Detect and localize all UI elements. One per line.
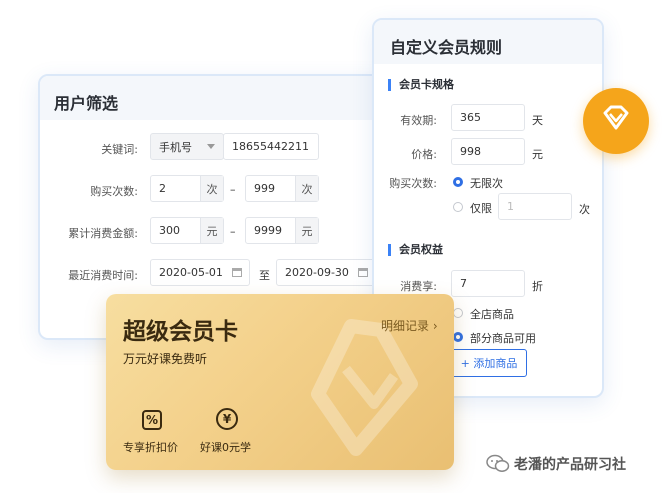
spend-min-input[interactable]: 300 元 — [150, 217, 224, 244]
percent-tag-icon: % — [142, 410, 162, 430]
day-unit: 天 — [532, 114, 543, 127]
purchase-times-label: 购买次数: — [389, 177, 437, 190]
spend-max-input[interactable]: 9999 元 — [245, 217, 319, 244]
watermark: 老潘的产品研习社 — [486, 453, 626, 475]
calendar-icon — [232, 268, 242, 277]
super-member-card[interactable]: 超级会员卡 万元好课免费听 明细记录 › % 专享折扣价 ¥ 好课0元学 — [106, 294, 454, 470]
date-end-input[interactable]: 2020-09-30 — [276, 259, 376, 286]
purchase-min-value: 2 — [159, 182, 166, 195]
spend-max-value: 9999 — [254, 224, 282, 237]
yuan-unit: 元 — [532, 148, 543, 161]
chevron-right-icon: › — [432, 319, 438, 333]
limited-radio[interactable] — [453, 202, 463, 212]
yuan-suffix: 元 — [295, 218, 318, 243]
wechat-icon — [486, 454, 510, 472]
discount-unit: 折 — [532, 280, 543, 293]
range-dash: – — [230, 225, 236, 238]
all-products-radio[interactable] — [453, 308, 463, 318]
total-spend-label: 累计消费金额: — [68, 227, 138, 240]
unlimited-radio[interactable] — [453, 177, 463, 187]
detail-link[interactable]: 明细记录 › — [381, 317, 438, 334]
times-suffix: 次 — [200, 176, 223, 201]
watermark-text: 老潘的产品研习社 — [514, 457, 626, 473]
yuan-coin-icon: ¥ — [216, 408, 238, 430]
perk-free-course-label: 好课0元学 — [200, 441, 251, 454]
add-product-button[interactable]: + 添加商品 — [451, 349, 527, 377]
unlimited-option-label: 无限次 — [470, 177, 503, 190]
date-to-label: 至 — [259, 269, 270, 282]
discount-input[interactable]: 7 — [451, 270, 525, 297]
keyword-label: 关键词: — [101, 143, 138, 156]
times-unit: 次 — [579, 203, 590, 216]
price-input[interactable]: 998 — [451, 138, 525, 165]
date-start-input[interactable]: 2020-05-01 — [150, 259, 250, 286]
keyword-input[interactable]: 18655442211 — [223, 133, 319, 160]
purchase-max-value: 999 — [254, 182, 275, 195]
perk-discount-label: 专享折扣价 — [123, 441, 178, 454]
date-end-value: 2020-09-30 — [285, 266, 349, 279]
partial-products-label: 部分商品可用 — [470, 332, 536, 345]
card-spec-section-title: 会员卡规格 — [388, 79, 454, 91]
purchase-count-label: 购买次数: — [90, 185, 138, 198]
yuan-suffix: 元 — [200, 218, 223, 243]
date-start-value: 2020-05-01 — [159, 266, 223, 279]
purchase-min-input[interactable]: 2 次 — [150, 175, 224, 202]
benefits-section-title: 会员权益 — [388, 244, 443, 256]
partial-products-radio[interactable] — [453, 332, 463, 342]
keyword-type-select[interactable]: 手机号 — [150, 133, 224, 160]
discount-label: 消费享: — [400, 280, 437, 293]
diamond-icon — [603, 105, 629, 130]
limited-option-label: 仅限 — [470, 202, 492, 215]
times-suffix: 次 — [295, 176, 318, 201]
panel-title: 自定义会员规则 — [390, 38, 503, 57]
purchase-max-input[interactable]: 999 次 — [245, 175, 319, 202]
detail-link-label: 明细记录 — [381, 319, 430, 333]
validity-label: 有效期: — [400, 114, 437, 127]
card-title: 超级会员卡 — [123, 319, 238, 345]
panel-title: 用户筛选 — [54, 94, 119, 113]
range-dash: – — [230, 183, 236, 196]
spend-min-value: 300 — [159, 224, 180, 237]
keyword-type-value: 手机号 — [159, 140, 192, 154]
validity-input[interactable]: 365 — [451, 104, 525, 131]
diamond-badge — [583, 88, 649, 154]
caret-down-icon — [207, 144, 215, 149]
calendar-icon — [358, 268, 368, 277]
card-subtitle: 万元好课免费听 — [123, 352, 208, 366]
recent-time-label: 最近消费时间: — [68, 269, 138, 282]
limited-times-input[interactable]: 1 — [498, 193, 572, 220]
all-products-label: 全店商品 — [470, 308, 514, 321]
price-label: 价格: — [411, 148, 437, 161]
